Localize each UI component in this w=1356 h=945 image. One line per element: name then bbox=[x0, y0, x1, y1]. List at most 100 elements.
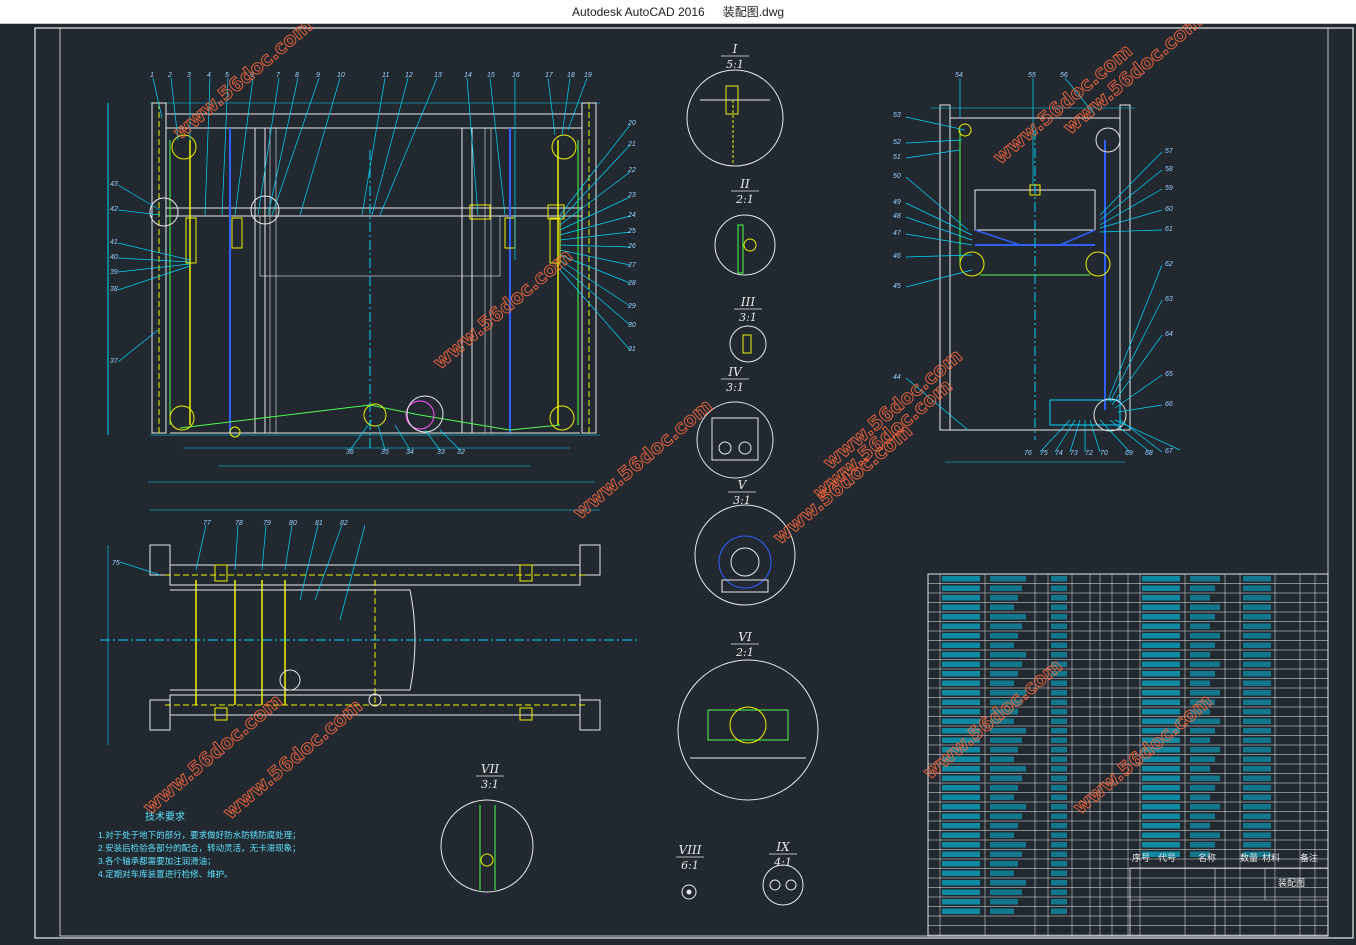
detail-view-scale-viii: 6:1 bbox=[681, 859, 699, 872]
bom-cell-name bbox=[1190, 842, 1215, 848]
bom-cell-material bbox=[1051, 604, 1067, 610]
bom-cell-material bbox=[1243, 842, 1271, 848]
front-top-label-2: 2 bbox=[167, 72, 172, 79]
drawing-canvas[interactable]: I 5:1 II 2:1 III 3:1 IV 3:1 V 3:1 VI 2:1 VII 3:1 VIII 6… bbox=[0, 24, 1356, 945]
bom-cell-material bbox=[1243, 595, 1271, 601]
bom-cell-name bbox=[1190, 585, 1215, 591]
bom-cell-code bbox=[942, 595, 980, 601]
detail-view-id-iv: IV bbox=[727, 365, 743, 379]
bom-cell-code bbox=[942, 576, 980, 582]
front-right-label-25: 25 bbox=[627, 228, 636, 235]
bom-cell-material bbox=[1051, 699, 1067, 705]
bom-cell-material bbox=[1243, 604, 1271, 610]
side-view[interactable] bbox=[905, 77, 1181, 463]
bom-cell-material bbox=[1243, 633, 1271, 639]
bom-cell-material bbox=[1051, 832, 1067, 838]
bom-cell-material bbox=[1051, 614, 1067, 620]
bom-cell-material bbox=[1051, 585, 1067, 591]
side-left-label-49: 49 bbox=[893, 199, 901, 206]
bom-cell-material bbox=[1051, 766, 1067, 772]
bom-cell-material bbox=[1243, 576, 1271, 582]
front-bottom-label-34: 34 bbox=[406, 449, 414, 456]
bom-cell-material bbox=[1051, 861, 1067, 867]
front-left-label-38: 38 bbox=[110, 286, 118, 293]
bom-cell-material bbox=[1243, 709, 1271, 715]
front-right-label-27: 27 bbox=[627, 262, 637, 269]
plan-view[interactable] bbox=[100, 509, 640, 745]
bom-cell-code bbox=[942, 794, 980, 800]
front-right-label-23: 23 bbox=[627, 192, 636, 199]
bom-cell-name bbox=[1190, 756, 1215, 762]
bom-cell-material bbox=[1051, 870, 1067, 876]
bom-cell-code bbox=[942, 842, 980, 848]
bom-cell-code bbox=[1142, 813, 1180, 819]
front-bottom-label-35: 35 bbox=[381, 449, 389, 456]
bom-cell-code bbox=[942, 699, 980, 705]
front-left-label-42: 42 bbox=[110, 206, 118, 213]
bom-cell-code bbox=[942, 832, 980, 838]
bom-cell-code bbox=[942, 690, 980, 696]
front-right-label-20: 20 bbox=[627, 120, 636, 127]
front-left-label-39: 39 bbox=[110, 269, 118, 276]
watermark-text: www.56doc.com bbox=[809, 375, 957, 504]
front-top-label-9: 9 bbox=[316, 72, 320, 79]
bom-cell-name bbox=[990, 832, 1014, 838]
bom-cell-material bbox=[1243, 756, 1271, 762]
front-left-label-41: 41 bbox=[110, 239, 118, 246]
bom-cell-material bbox=[1243, 642, 1271, 648]
bom-cell-material bbox=[1243, 661, 1271, 667]
bom-cell-name bbox=[990, 813, 1022, 819]
side-right-label-57: 57 bbox=[1165, 148, 1174, 155]
bom-cell-name bbox=[990, 861, 1018, 867]
bom-cell-material bbox=[1243, 804, 1271, 810]
bom-header-material: 材料 bbox=[1262, 852, 1280, 863]
bom-cell-material bbox=[1051, 728, 1067, 734]
plan-label-79: 79 bbox=[263, 520, 271, 527]
bom-cell-name bbox=[990, 652, 1026, 658]
bom-cell-name bbox=[1190, 728, 1215, 734]
side-left-label-44: 44 bbox=[893, 374, 901, 381]
detail-view-scale-ii: 2:1 bbox=[735, 193, 754, 206]
bom-cell-material bbox=[1051, 595, 1067, 601]
bom-cell-code bbox=[942, 623, 980, 629]
side-right-label-65: 65 bbox=[1165, 371, 1173, 378]
plan-label-82: 82 bbox=[340, 520, 348, 527]
bom-cell-material bbox=[1243, 718, 1271, 724]
side-right-label-67: 67 bbox=[1165, 448, 1174, 455]
bom-cell-code bbox=[1142, 785, 1180, 791]
front-right-label-22: 22 bbox=[627, 167, 636, 174]
drawing-svg[interactable]: I 5:1 II 2:1 III 3:1 IV 3:1 V 3:1 VI 2:1 VII 3:1 VIII 6… bbox=[0, 24, 1356, 945]
bom-cell-name bbox=[990, 737, 1022, 743]
plan-label-77: 77 bbox=[203, 520, 212, 527]
bom-cell-name bbox=[990, 794, 1014, 800]
bom-cell-name bbox=[1190, 614, 1215, 620]
bom-cell-code bbox=[1142, 832, 1180, 838]
bom-cell-code bbox=[1142, 623, 1180, 629]
detail-view-id-viii: VIII bbox=[679, 843, 702, 857]
bom-cell-code bbox=[1142, 576, 1180, 582]
side-left-label-50: 50 bbox=[893, 173, 901, 180]
bom-cell-code bbox=[942, 661, 980, 667]
bom-cell-name bbox=[990, 604, 1014, 610]
front-top-label-14: 14 bbox=[464, 72, 472, 79]
bom-cell-name bbox=[990, 661, 1022, 667]
bom-cell-code bbox=[942, 642, 980, 648]
bom-cell-material bbox=[1051, 718, 1067, 724]
bom-cell-material bbox=[1243, 775, 1271, 781]
bom-cell-name bbox=[990, 880, 1026, 886]
side-right-label-64: 64 bbox=[1165, 331, 1173, 338]
bom-cell-material bbox=[1243, 832, 1271, 838]
watermark-text: www.56doc.com bbox=[219, 695, 367, 824]
detail-view-id-vii: VII bbox=[481, 762, 499, 776]
bom-cell-code bbox=[942, 813, 980, 819]
front-right-label-21: 21 bbox=[627, 141, 636, 148]
front-bottom-label-36: 36 bbox=[346, 449, 354, 456]
bom-cell-name bbox=[1190, 823, 1210, 829]
front-top-label-11: 11 bbox=[382, 72, 389, 79]
bom-cell-material bbox=[1051, 623, 1067, 629]
bom-cell-code bbox=[942, 899, 980, 905]
bom-cell-name bbox=[990, 889, 1022, 895]
bom-cell-material bbox=[1051, 899, 1067, 905]
bom-cell-material bbox=[1243, 728, 1271, 734]
watermark-text: www.56doc.com bbox=[169, 24, 317, 144]
